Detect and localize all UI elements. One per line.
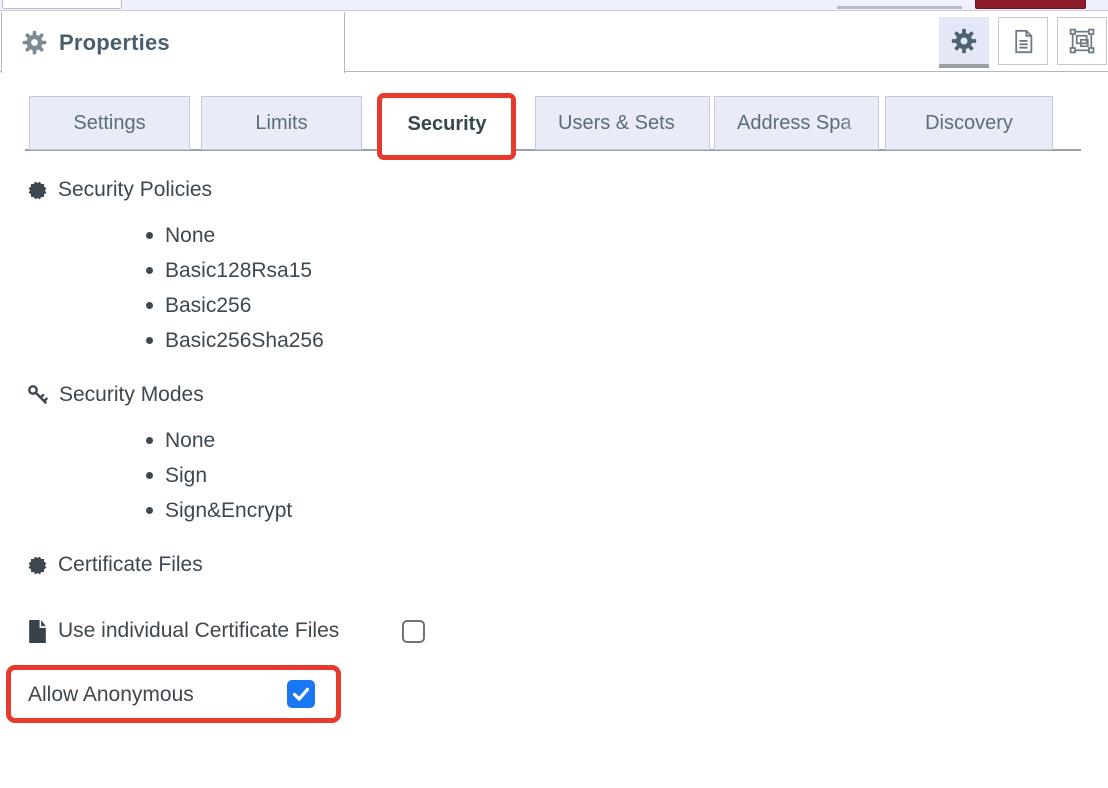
bullet-icon [146, 337, 153, 344]
panel-toolbar [939, 17, 1107, 69]
top-toolbar-strip [0, 0, 1108, 11]
section-title: Security Policies [58, 178, 212, 202]
properties-panel-tab[interactable]: Properties [1, 12, 345, 73]
tab-users-settings[interactable]: Users & Sets [535, 96, 710, 150]
divider-remnant [837, 6, 962, 9]
tab-label: Settings [73, 112, 145, 135]
bullet-icon [146, 507, 153, 514]
section-security-policies: Security Policies [26, 176, 212, 204]
certificate-icon [26, 554, 49, 577]
panel-title: Properties [59, 30, 170, 56]
tab-settings[interactable]: Settings [29, 96, 190, 150]
red-button-remnant[interactable] [975, 0, 1086, 9]
tab-limits[interactable]: Limits [201, 96, 362, 150]
document-view-button[interactable] [998, 17, 1048, 65]
security-modes-list: None Sign Sign&Encrypt [146, 423, 292, 528]
tab-label: Discovery [925, 112, 1013, 135]
section-title: Certificate Files [58, 553, 203, 577]
bullet-icon [146, 472, 153, 479]
list-item: Basic256Sha256 [146, 323, 324, 358]
tab-label: Security [408, 113, 487, 136]
list-item: Basic128Rsa15 [146, 253, 324, 288]
properties-panel: Properties [0, 0, 1108, 788]
model-view-button[interactable] [1057, 17, 1107, 65]
section-security-modes: Security Modes [26, 381, 204, 409]
list-item: None [146, 218, 324, 253]
checkmark-icon [290, 683, 312, 705]
option-allow-anonymous: Allow Anonymous [28, 681, 194, 709]
tab-discovery[interactable]: Discovery [885, 96, 1053, 150]
security-policies-list: None Basic128Rsa15 Basic256 Basic256Sha2… [146, 218, 324, 358]
document-icon [1010, 28, 1037, 55]
bullet-icon [146, 302, 153, 309]
list-item: Sign&Encrypt [146, 493, 292, 528]
bullet-icon [146, 437, 153, 444]
properties-view-button[interactable] [939, 17, 989, 68]
option-label: Allow Anonymous [28, 683, 194, 707]
tab-label: Limits [255, 112, 307, 135]
tab-security[interactable]: Security [379, 96, 515, 153]
bullet-icon [146, 232, 153, 239]
frame-select-icon [1068, 27, 1096, 55]
certificate-icon [26, 179, 49, 202]
tab-label-fade [672, 98, 708, 148]
bullet-icon [146, 267, 153, 274]
list-item: None [146, 423, 292, 458]
gear-icon [21, 29, 48, 56]
option-label: Use individual Certificate Files [58, 619, 339, 643]
section-title: Security Modes [59, 383, 204, 407]
allow-anonymous-checkbox[interactable] [287, 680, 315, 708]
list-item: Basic256 [146, 288, 324, 323]
dropdown-remnant[interactable] [2, 0, 122, 9]
key-icon [26, 383, 50, 407]
tab-label: Users & Sets [558, 112, 675, 135]
list-item: Sign [146, 458, 292, 493]
section-certificate-files: Certificate Files [26, 551, 203, 579]
tab-label: Address Spa [737, 112, 852, 135]
gear-icon [950, 27, 978, 55]
file-icon [27, 619, 48, 644]
tab-address-space[interactable]: Address Spa [714, 96, 879, 150]
use-individual-certificate-files-checkbox[interactable] [402, 620, 425, 643]
option-use-individual-certificate-files: Use individual Certificate Files [27, 617, 339, 645]
